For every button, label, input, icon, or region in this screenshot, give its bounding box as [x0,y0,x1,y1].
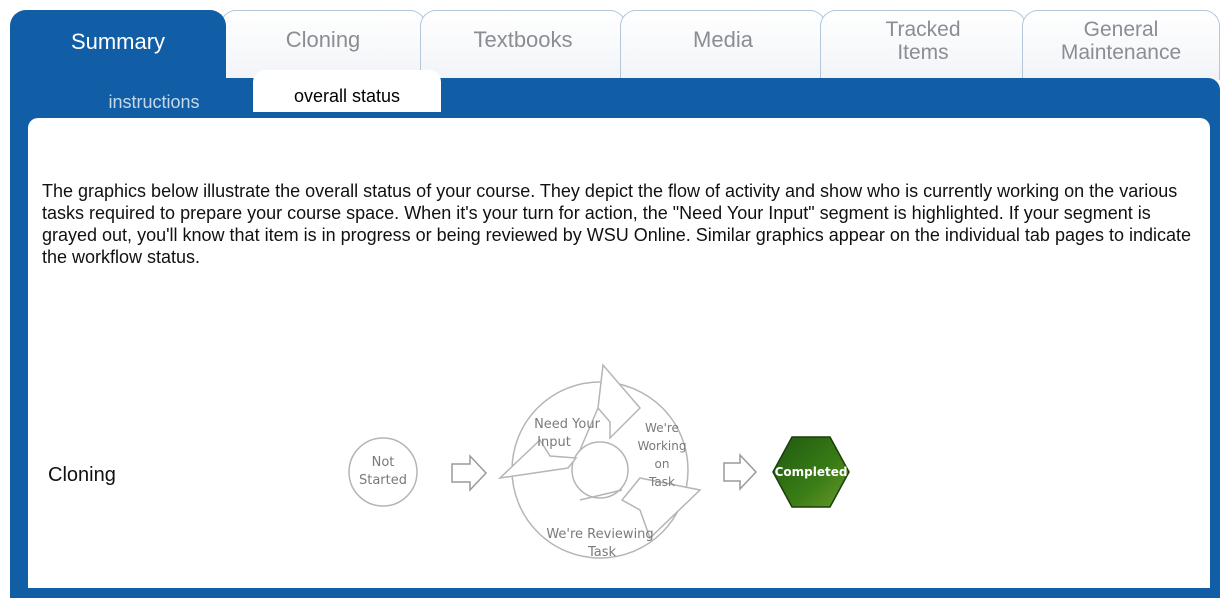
tab-tracked-items-label: Tracked Items [885,17,961,64]
arrow-right-icon [723,453,758,491]
tab-media-label: Media [693,26,753,52]
completed-label: Completed [775,465,848,479]
working-line4: Task [648,475,675,489]
not-started-stage: Not Started [348,437,418,507]
workflow-status-diagram: Not Started Need Your Input We're Workin… [348,363,850,560]
not-started-line2: Started [359,473,407,488]
tab-tracked-items-line2: Items [897,40,949,64]
need-input-line2: Input [537,435,571,450]
reviewing-line1: We're Reviewing [546,527,653,542]
tab-general-maintenance-line2: Maintenance [1060,40,1182,64]
workflow-cycle: Need Your Input We're Working on Task We… [497,363,702,560]
working-line3: on [655,457,670,471]
tab-general-maintenance-line1: General [1083,17,1159,41]
not-started-line1: Not [372,455,395,470]
tab-summary-label: Summary [70,29,166,55]
tab-general-maintenance-label: General Maintenance [1060,17,1182,64]
tab-tracked-items[interactable]: Tracked Items [820,10,1026,80]
subtab-overall-status[interactable]: overall status [253,70,441,112]
need-input-line1: Need Your [534,417,601,432]
tab-cloning-label: Cloning [285,26,361,52]
intro-paragraph: The graphics below illustrate the overal… [42,181,1192,267]
tab-general-maintenance[interactable]: General Maintenance [1022,10,1220,80]
arrow-right-icon [451,454,488,492]
subtab-instructions[interactable]: instructions [74,84,234,120]
working-line1: We're [645,421,679,435]
tab-textbooks[interactable]: Textbooks [420,10,626,80]
working-line2: Working [638,439,687,453]
completed-stage: Completed [772,436,850,508]
tab-summary[interactable]: Summary [10,10,226,85]
workflow-row-label: Cloning [48,464,116,486]
tab-media[interactable]: Media [620,10,826,80]
reviewing-line2: Task [587,545,617,560]
tab-tracked-items-line1: Tracked [885,17,961,41]
tab-textbooks-label: Textbooks [473,26,573,52]
